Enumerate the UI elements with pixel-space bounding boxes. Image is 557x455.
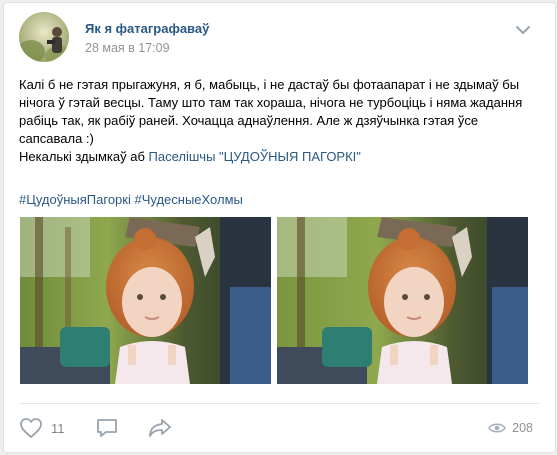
post-line-2: Некалькі здымкаў аб Паселішчы "ЦУДОЎНЫЯ … — [19, 148, 544, 166]
post-date[interactable]: 28 мая в 17:09 — [85, 41, 170, 55]
author-name[interactable]: Як я фатаграфаваў — [85, 21, 209, 36]
like-count: 11 — [51, 420, 65, 436]
photo-girl-red-hair-icon — [277, 217, 528, 384]
photo-1[interactable] — [20, 217, 271, 384]
avatar-image — [19, 12, 69, 62]
share-button[interactable] — [147, 417, 173, 439]
eye-icon — [488, 423, 507, 433]
views-count: 208 — [512, 421, 533, 435]
photo-2[interactable] — [277, 217, 528, 384]
post-line-2-prefix: Некалькі здымкаў аб — [19, 149, 149, 164]
post-text: Калі б не гэтая прыгажуня, я б, мабыць, … — [19, 76, 544, 166]
views-counter: 208 — [488, 421, 533, 435]
share-icon — [148, 419, 171, 437]
chevron-down-icon[interactable] — [515, 23, 531, 35]
photo-girl-red-hair-icon — [20, 217, 271, 384]
comment-icon — [96, 419, 117, 437]
like-button[interactable]: 11 — [19, 417, 65, 439]
hashtag-link-1[interactable]: #ЦудоўныяПагоркі — [19, 192, 131, 207]
hashtags: #ЦудоўныяПагоркі #ЧудесныеХолмы — [19, 191, 243, 209]
post-actions: 11 — [19, 415, 195, 441]
comment-button[interactable] — [95, 417, 119, 439]
heart-icon — [20, 418, 42, 438]
avatar[interactable] — [19, 12, 69, 62]
post-paragraph: Калі б не гэтая прыгажуня, я б, мабыць, … — [19, 77, 523, 146]
hashtag-link-2[interactable]: #ЧудесныеХолмы — [134, 192, 242, 207]
footer-divider — [19, 403, 540, 404]
post-card: Як я фатаграфаваў 28 мая в 17:09 Калі б … — [3, 2, 556, 453]
community-link[interactable]: Паселішчы "ЦУДОЎНЫЯ ПАГОРКІ" — [149, 149, 361, 164]
